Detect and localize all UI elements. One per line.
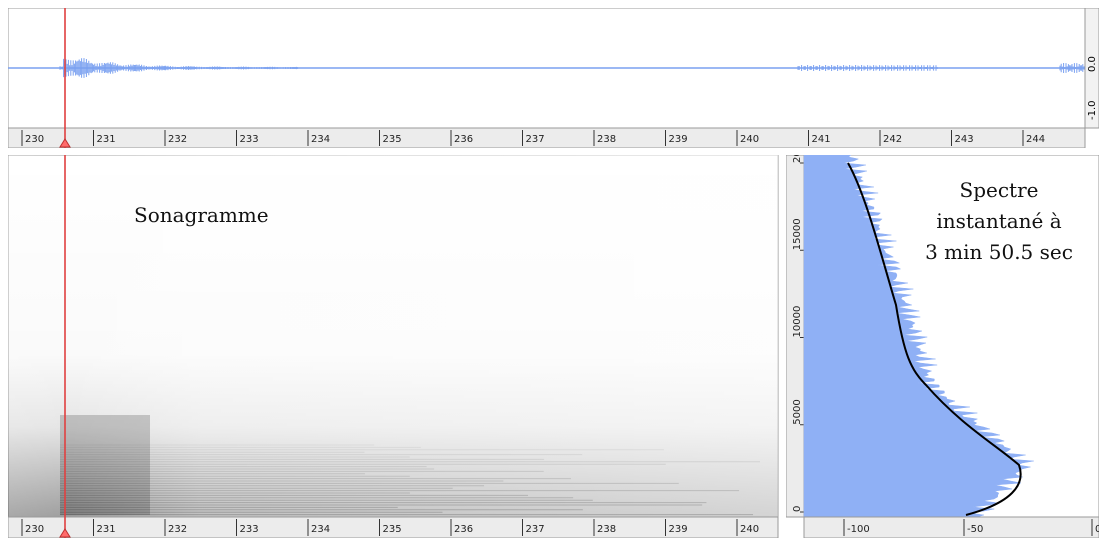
time-tick-label: 231 [97,134,116,145]
time-tick-label: 238 [597,524,616,535]
sonagram-svg: 230 231 232 233 234 235 236 237 238 239 240 [8,155,780,538]
freq-tick-label: 15000 [792,218,803,250]
time-tick-label: 240 [740,524,759,535]
time-tick-label: 241 [812,134,831,145]
spectrum-panel[interactable]: 0 5000 10000 15000 20000 -100 -50 0 Spectre in… [786,155,1099,538]
time-tick-label: 232 [168,524,187,535]
db-tick-label: -50 [967,524,983,535]
spectrum-title-line-3: 3 min 50.5 sec [904,237,1094,268]
waveform-panel[interactable]: 0.0 -1.0 230 231 232 233 234 235 236 237 238 239 2… [8,8,1099,148]
time-tick-label: 239 [669,524,688,535]
time-tick-label: 236 [454,524,473,535]
freq-tick-label: 20000 [792,155,803,163]
time-tick-label: 230 [25,134,44,145]
amp-tick-0: 0.0 [1087,56,1098,72]
time-tick-label: 236 [454,134,473,145]
time-tick-label: 235 [383,134,402,145]
sonagram-panel[interactable]: 230 231 232 233 234 235 236 237 238 239 240 Sonagr… [8,155,780,538]
freq-tick-label: 0 [792,506,803,512]
spectrum-title-line-1: Spectre [904,175,1094,206]
time-tick-label: 234 [311,134,330,145]
sonagram-title: Sonagramme [134,203,269,227]
time-tick-label: 240 [740,134,759,145]
freq-tick-label: 10000 [792,306,803,338]
time-tick-label: 233 [240,134,259,145]
time-tick-label: 232 [168,134,187,145]
amp-tick-1: -1.0 [1087,100,1098,120]
time-tick-label: 243 [955,134,974,145]
waveform-svg: 0.0 -1.0 230 231 232 233 234 235 236 237 238 239 2… [8,8,1099,148]
freq-tick-label: 5000 [792,399,803,424]
db-tick-label: 0 [1095,524,1099,535]
time-tick-label: 239 [669,134,688,145]
time-tick-label: 242 [883,134,902,145]
spectrum-title-line-2: instantané à [904,206,1094,237]
time-tick-label: 235 [383,524,402,535]
time-tick-label: 233 [240,524,259,535]
time-tick-label: 244 [1026,134,1045,145]
time-tick-label: 231 [97,524,116,535]
time-tick-label: 234 [311,524,330,535]
time-tick-label: 230 [25,524,44,535]
time-tick-label: 238 [597,134,616,145]
spectrum-title: Spectre instantané à 3 min 50.5 sec [904,175,1094,268]
time-tick-label: 237 [526,524,545,535]
db-tick-label: -100 [847,524,870,535]
time-tick-label: 237 [526,134,545,145]
